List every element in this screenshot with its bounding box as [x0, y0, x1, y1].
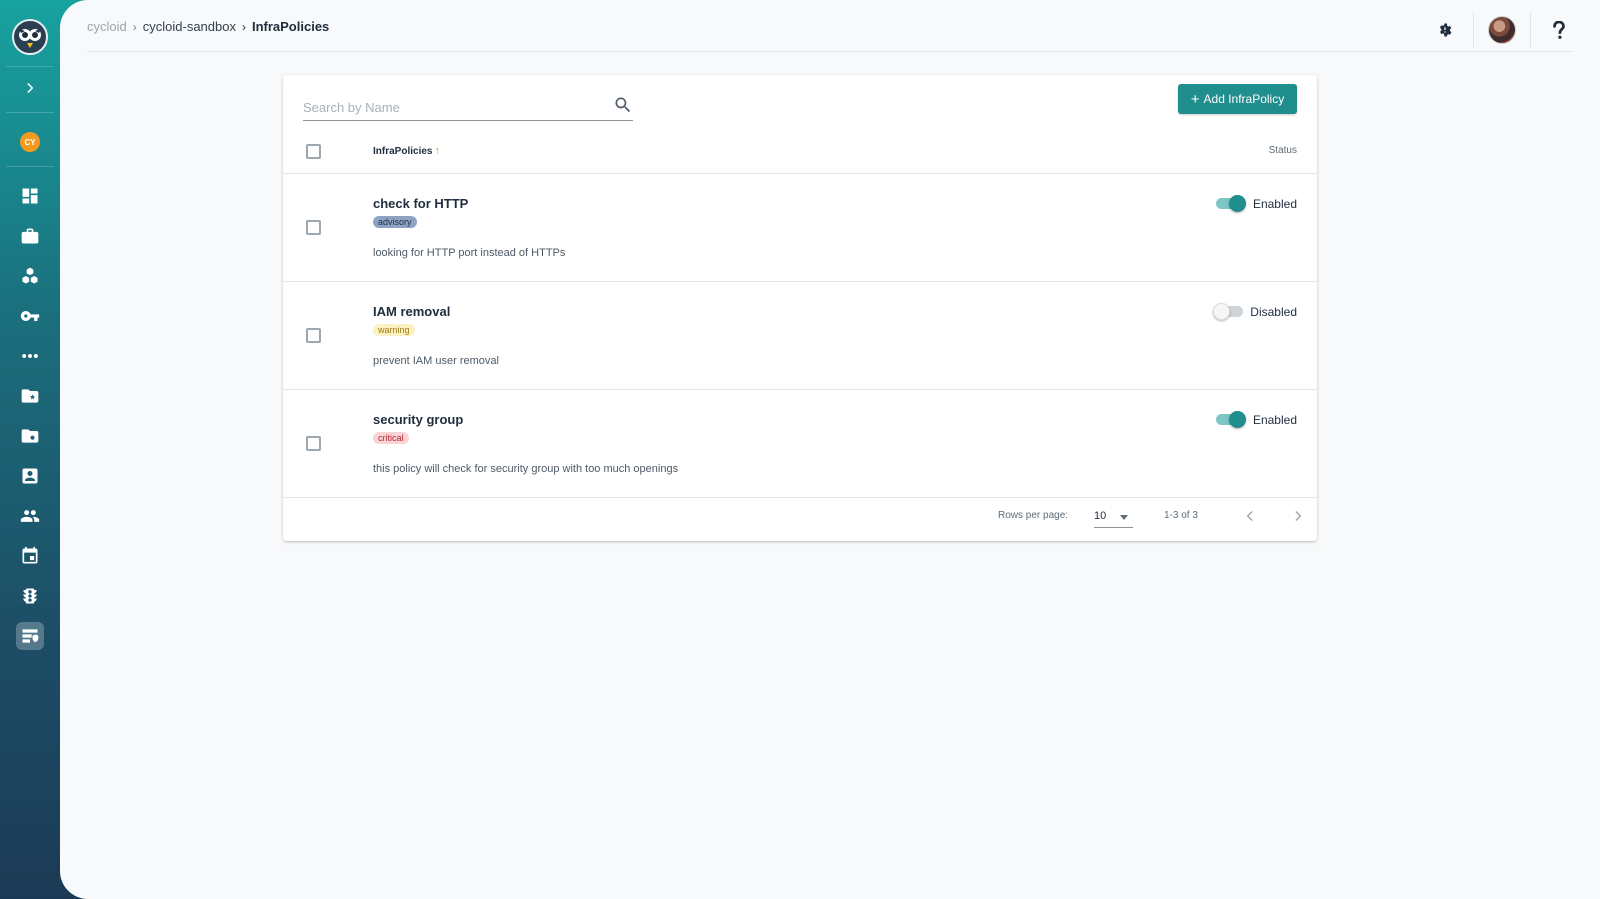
pagination-range: 1-3 of 3 [1164, 510, 1198, 521]
add-infrapolicy-button[interactable]: + Add InfraPolicy [1178, 84, 1297, 114]
expand-sidebar-icon[interactable] [18, 76, 42, 100]
toggle-knob [1213, 303, 1230, 320]
top-bar: cycloid › cycloid-sandbox › InfraPolicie… [87, 0, 1573, 52]
more-icon[interactable] [16, 342, 44, 370]
organization-avatar[interactable]: CY [20, 132, 40, 152]
severity-badge: warning [373, 324, 415, 336]
policy-description: prevent IAM user removal [373, 355, 499, 367]
search-icon[interactable] [613, 95, 633, 115]
column-header-status: Status [1268, 145, 1297, 156]
user-avatar[interactable] [1488, 16, 1516, 44]
rows-per-page-select[interactable]: 10 [1094, 507, 1133, 528]
status-toggle[interactable] [1213, 303, 1243, 320]
events-icon[interactable] [16, 542, 44, 570]
chevron-right-icon: › [241, 19, 246, 34]
row-checkbox[interactable] [306, 436, 321, 451]
teams-icon[interactable] [16, 502, 44, 530]
pipelines-icon[interactable] [16, 582, 44, 610]
dashboard-icon[interactable] [16, 182, 44, 210]
top-actions [1431, 12, 1573, 48]
plus-icon: + [1190, 90, 1200, 108]
sidebar-divider [6, 66, 54, 67]
sort-ascending-icon: ↑ [434, 145, 440, 157]
settings-gear-icon[interactable] [1431, 16, 1459, 44]
select-all-checkbox[interactable] [306, 144, 321, 159]
policy-description: this policy will check for security grou… [373, 463, 679, 475]
breadcrumb-organization[interactable]: cycloid [87, 19, 127, 34]
status-toggle[interactable] [1216, 411, 1246, 428]
rows-per-page-value: 10 [1094, 510, 1107, 522]
breadcrumb-project[interactable]: cycloid-sandbox [143, 19, 236, 34]
column-header-name[interactable]: InfraPolicies ↑ [373, 145, 440, 157]
status-label: Disabled [1250, 305, 1297, 319]
previous-page-icon[interactable] [1238, 504, 1262, 528]
policy-name[interactable]: security group [373, 412, 463, 427]
severity-badge: advisory [373, 216, 417, 228]
toggle-knob [1229, 411, 1246, 428]
dropdown-arrow-icon [1120, 515, 1128, 520]
row-checkbox[interactable] [306, 220, 321, 235]
status-label: Enabled [1252, 413, 1297, 427]
credentials-icon[interactable] [16, 302, 44, 330]
infrapolicies-icon[interactable] [16, 622, 44, 650]
divider [1473, 12, 1474, 48]
row-checkbox[interactable] [306, 328, 321, 343]
infrapolicies-table-card: + Add InfraPolicy InfraPolicies ↑ Status… [283, 75, 1317, 541]
help-icon[interactable] [1545, 16, 1573, 44]
members-icon[interactable] [16, 462, 44, 490]
config-repositories-icon[interactable] [16, 422, 44, 450]
projects-icon[interactable] [16, 222, 44, 250]
main-panel: cycloid › cycloid-sandbox › InfraPolicie… [60, 0, 1600, 899]
table-row[interactable]: IAM removal warning prevent IAM user rem… [283, 282, 1317, 390]
sidebar: CY [0, 0, 60, 899]
catalog-repositories-icon[interactable] [16, 382, 44, 410]
cycloid-logo[interactable] [12, 19, 48, 55]
sidebar-divider [6, 112, 54, 113]
toggle-knob [1229, 195, 1246, 212]
column-header-name-label: InfraPolicies [373, 145, 433, 157]
breadcrumb: cycloid › cycloid-sandbox › InfraPolicie… [87, 19, 329, 34]
status-toggle[interactable] [1216, 195, 1246, 212]
table-header: InfraPolicies ↑ Status [283, 129, 1317, 174]
sidebar-divider [6, 166, 54, 167]
status-label: Enabled [1252, 197, 1297, 211]
add-infrapolicy-label: Add InfraPolicy [1203, 92, 1285, 106]
rows-per-page-label: Rows per page: [998, 510, 1069, 521]
table-row[interactable]: check for HTTP advisory looking for HTTP… [283, 174, 1317, 282]
policy-name[interactable]: IAM removal [373, 304, 450, 319]
stacks-icon[interactable] [16, 262, 44, 290]
breadcrumb-current: InfraPolicies [251, 19, 330, 34]
policy-description: looking for HTTP port instead of HTTPs [373, 247, 566, 259]
search-input[interactable] [303, 97, 603, 117]
chevron-right-icon: › [132, 19, 137, 34]
divider [1530, 12, 1531, 48]
search-field [303, 87, 633, 121]
table-footer: Rows per page: 10 1-3 of 3 [283, 491, 1317, 541]
policy-name[interactable]: check for HTTP [373, 196, 468, 211]
severity-badge: critical [373, 432, 409, 444]
next-page-icon[interactable] [1286, 504, 1310, 528]
table-row[interactable]: security group critical this policy will… [283, 390, 1317, 498]
